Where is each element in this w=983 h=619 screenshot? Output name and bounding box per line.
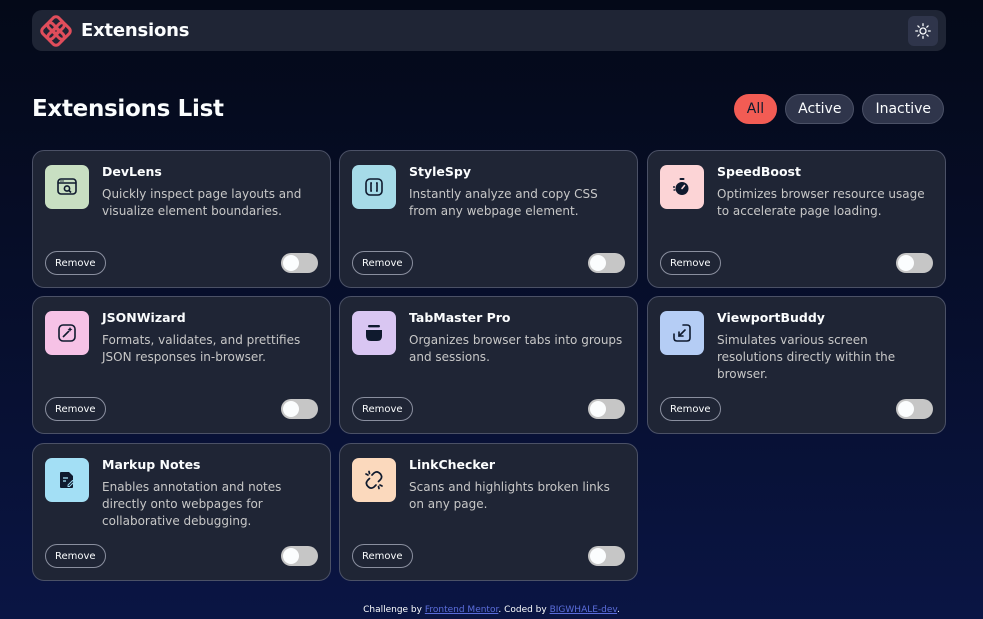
extension-icon-tile	[660, 311, 704, 355]
enable-toggle[interactable]	[281, 399, 318, 419]
extension-card-tabmaster-pro: TabMaster Pro Organizes browser tabs int…	[339, 296, 638, 434]
toggle-knob	[590, 401, 606, 417]
brand[interactable]: Extensions	[40, 14, 190, 47]
extension-card-devlens: DevLens Quickly inspect page layouts and…	[32, 150, 331, 288]
extension-description: Organizes browser tabs into groups and s…	[409, 333, 623, 364]
extension-name: SpeedBoost	[717, 164, 801, 179]
remove-button[interactable]: Remove	[660, 397, 721, 421]
toggle-knob	[283, 255, 299, 271]
enable-toggle[interactable]	[588, 253, 625, 273]
remove-button[interactable]: Remove	[352, 251, 413, 275]
footer: Challenge by Frontend Mentor. Coded by B…	[0, 605, 983, 615]
extension-icon-tile	[45, 165, 89, 209]
enable-toggle[interactable]	[588, 546, 625, 566]
extension-icon-tile	[352, 165, 396, 209]
enable-toggle[interactable]	[281, 546, 318, 566]
enable-toggle[interactable]	[281, 253, 318, 273]
extension-icon-tile	[45, 458, 89, 502]
extension-card-viewportbuddy: ViewportBuddy Simulates various screen r…	[647, 296, 946, 434]
extensions-logo-icon	[40, 14, 72, 47]
frontend-mentor-link[interactable]: Frontend Mentor	[425, 605, 499, 615]
extension-icon-tile	[660, 165, 704, 209]
footer-prefix: Challenge by	[363, 605, 425, 615]
extension-description: Simulates various screen resolutions dir…	[717, 333, 896, 381]
extension-card-stylespy: StyleSpy Instantly analyze and copy CSS …	[339, 150, 638, 288]
enable-toggle[interactable]	[588, 399, 625, 419]
extension-description: Optimizes browser resource usage to acce…	[717, 187, 925, 218]
stacked-tabs-icon	[366, 325, 382, 341]
extension-description: Quickly inspect page layouts and visuali…	[102, 187, 302, 218]
filter-active-button[interactable]: Active	[785, 94, 855, 124]
extension-description: Enables annotation and notes directly on…	[102, 480, 282, 528]
toggle-knob	[283, 548, 299, 564]
brand-name: Extensions	[81, 20, 190, 41]
filter-inactive-button[interactable]: Inactive	[862, 94, 944, 124]
resize-arrow-icon	[673, 324, 691, 342]
note-pen-icon	[60, 472, 75, 488]
remove-button[interactable]: Remove	[352, 544, 413, 568]
stopwatch-icon	[673, 178, 689, 195]
sun-icon	[915, 22, 931, 39]
extension-name: JSONWizard	[102, 310, 186, 325]
author-link[interactable]: BIGWHALE-dev	[550, 605, 617, 615]
enable-toggle[interactable]	[896, 253, 933, 273]
extension-card-markup-notes: Markup Notes Enables annotation and note…	[32, 443, 331, 581]
extension-icon-tile	[352, 311, 396, 355]
extension-card-linkchecker: LinkChecker Scans and highlights broken …	[339, 443, 638, 581]
toggle-knob	[283, 401, 299, 417]
extension-name: LinkChecker	[409, 457, 496, 472]
extension-name: Markup Notes	[102, 457, 201, 472]
remove-button[interactable]: Remove	[45, 251, 106, 275]
extension-name: ViewportBuddy	[717, 310, 825, 325]
remove-button[interactable]: Remove	[660, 251, 721, 275]
page-title: Extensions List	[32, 96, 224, 122]
extension-card-jsonwizard: JSONWizard Formats, validates, and prett…	[32, 296, 331, 434]
filter-all-button[interactable]: All	[733, 94, 778, 124]
enable-toggle[interactable]	[896, 399, 933, 419]
filter-group: All Active Inactive	[733, 94, 944, 124]
footer-suffix: .	[617, 605, 620, 615]
extension-card-speedboost: SpeedBoost Optimizes browser resource us…	[647, 150, 946, 288]
footer-middle: . Coded by	[498, 605, 550, 615]
toggle-knob	[590, 548, 606, 564]
remove-button[interactable]: Remove	[352, 397, 413, 421]
extension-description: Formats, validates, and prettifies JSON …	[102, 333, 301, 364]
toggle-knob	[590, 255, 606, 271]
extension-name: TabMaster Pro	[409, 310, 511, 325]
extension-icon-tile	[45, 311, 89, 355]
theme-toggle-button[interactable]	[908, 15, 938, 46]
extension-name: DevLens	[102, 164, 162, 179]
inspect-window-icon	[57, 178, 77, 195]
wand-icon	[58, 324, 76, 342]
broken-link-icon	[365, 470, 383, 490]
extension-name: StyleSpy	[409, 164, 471, 179]
code-brackets-icon	[365, 178, 383, 196]
remove-button[interactable]: Remove	[45, 544, 106, 568]
top-bar: Extensions	[32, 10, 946, 51]
remove-button[interactable]: Remove	[45, 397, 106, 421]
toggle-knob	[898, 401, 914, 417]
extension-description: Scans and highlights broken links on any…	[409, 480, 610, 511]
extension-icon-tile	[352, 458, 396, 502]
extension-description: Instantly analyze and copy CSS from any …	[409, 187, 598, 218]
toggle-knob	[898, 255, 914, 271]
